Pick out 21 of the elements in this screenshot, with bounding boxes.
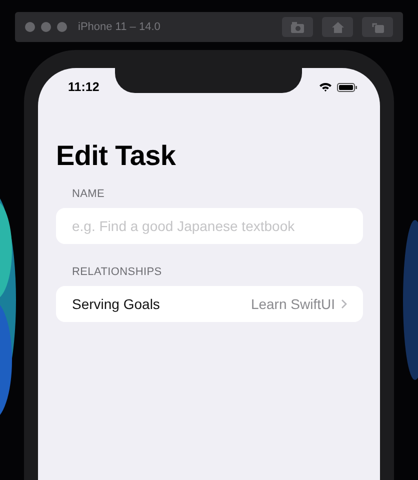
chevron-icon bbox=[341, 299, 347, 309]
rotate-icon bbox=[372, 21, 384, 33]
battery-icon bbox=[337, 82, 357, 92]
page-title: Edit Task bbox=[56, 140, 176, 172]
status-time: 11:12 bbox=[68, 80, 100, 94]
name-field[interactable]: e.g. Find a good Japanese textbook bbox=[56, 208, 363, 244]
navigation-row[interactable]: Serving Goals Learn SwiftUI bbox=[56, 286, 363, 322]
close-dot[interactable] bbox=[25, 22, 35, 32]
camera-icon bbox=[291, 22, 304, 32]
house-icon bbox=[332, 22, 344, 32]
row-value: Learn SwiftUI bbox=[250, 296, 335, 312]
screenshot-button[interactable] bbox=[282, 17, 313, 37]
wifi-icon bbox=[319, 82, 332, 92]
row-label: Serving Goals bbox=[72, 296, 161, 312]
zoom-dot[interactable] bbox=[57, 22, 67, 32]
window-title: iPhone 11 – 14.0 bbox=[78, 21, 162, 33]
home-button[interactable] bbox=[322, 17, 353, 37]
section-header: RELATIONSHIPS bbox=[72, 266, 163, 278]
minimize-dot[interactable] bbox=[41, 22, 51, 32]
section-header: NAME bbox=[72, 188, 106, 200]
rotate-button[interactable] bbox=[362, 17, 393, 37]
